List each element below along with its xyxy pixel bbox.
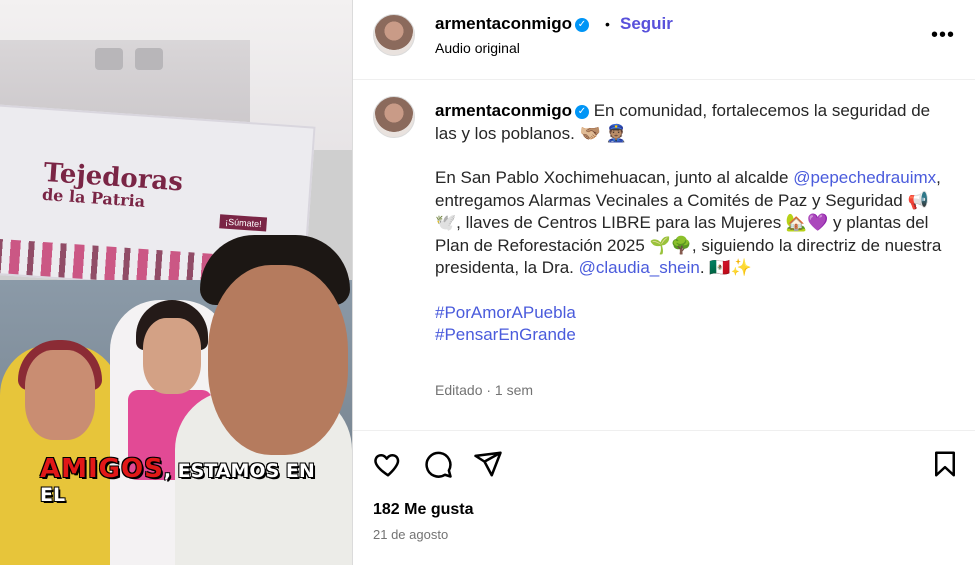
hashtag-link[interactable]: #PensarEnGrande — [435, 325, 576, 344]
post-video[interactable]: Tejedoras de la Patria ¡Súmate! AMIGOS, … — [0, 0, 352, 565]
separator-dot: • — [605, 16, 610, 32]
author-username[interactable]: armentaconmigo ✓ — [435, 14, 589, 34]
caption-author-avatar[interactable] — [373, 96, 415, 138]
audio-original-link[interactable]: Audio original — [435, 40, 520, 56]
mention-pepechedrauimx-link[interactable]: @pepechedrauimx — [793, 168, 936, 187]
post-actions: 182 Me gusta 21 de agosto — [353, 430, 975, 565]
post-date[interactable]: 21 de agosto — [373, 527, 448, 542]
banner-title: Tejedoras de la Patria — [41, 158, 183, 214]
post-header: armentaconmigo ✓ • Seguir Audio original … — [353, 0, 975, 80]
comment-icon[interactable] — [423, 449, 453, 479]
more-options-icon[interactable]: ••• — [931, 24, 955, 47]
caption-hashtags: #PorAmorAPuebla #PensarEnGrande — [435, 302, 945, 347]
verified-badge-icon: ✓ — [574, 17, 589, 32]
author-avatar[interactable] — [373, 14, 415, 56]
banner-tag: ¡Súmate! — [219, 214, 268, 232]
video-subtitle-highlight: AMIGOS — [40, 454, 164, 484]
author-username-text[interactable]: armentaconmigo — [435, 14, 572, 33]
heart-icon[interactable] — [373, 449, 403, 479]
caption-meta: Editado · 1 sem — [435, 382, 534, 398]
video-person-right-face — [208, 265, 348, 455]
instagram-post-view: Tejedoras de la Patria ¡Súmate! AMIGOS, … — [0, 0, 975, 565]
bookmark-icon[interactable] — [930, 449, 960, 479]
video-water-tank — [95, 48, 123, 70]
post-caption: armentaconmigo ✓ En comunidad, fortalecem… — [435, 100, 945, 347]
caption-username[interactable]: armentaconmigo — [435, 101, 572, 120]
follow-button[interactable]: Seguir — [620, 14, 673, 34]
video-person-middle-face — [143, 318, 201, 394]
caption-text-2a: En San Pablo Xochimehuacan, junto al alc… — [435, 168, 794, 187]
caption-text-2c: . 🇲🇽✨ — [699, 258, 752, 277]
caption-paragraph-2: En San Pablo Xochimehuacan, junto al alc… — [435, 167, 945, 280]
video-subtitle: AMIGOS, ESTAMOS EN EL — [40, 454, 330, 507]
video-person-left-face — [25, 350, 95, 440]
share-icon[interactable] — [473, 449, 503, 479]
post-sidebar: armentaconmigo ✓ • Seguir Audio original … — [352, 0, 975, 565]
likes-count[interactable]: 182 Me gusta — [373, 501, 473, 519]
caption-verified-badge-icon: ✓ — [574, 104, 589, 119]
mention-claudia-shein-link[interactable]: @claudia_shein — [579, 258, 700, 277]
hashtag-link[interactable]: #PorAmorAPuebla — [435, 303, 576, 322]
caption-paragraph-1: armentaconmigo ✓ En comunidad, fortalecem… — [435, 100, 945, 145]
video-water-tank — [135, 48, 163, 70]
